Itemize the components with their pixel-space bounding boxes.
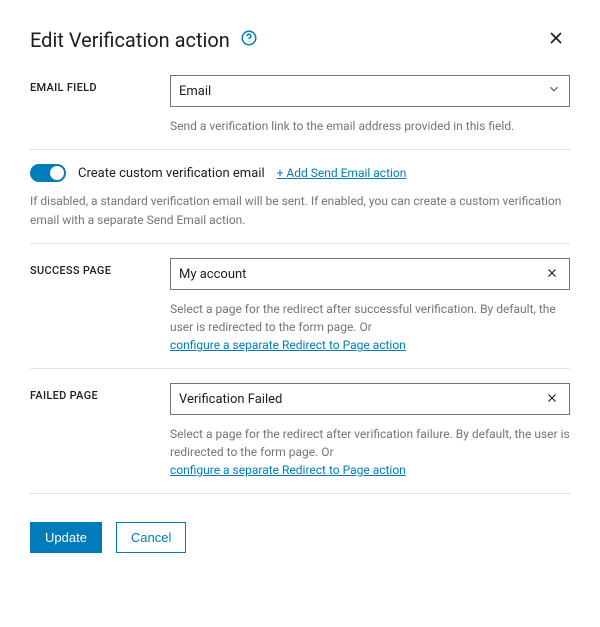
- email-field-label: EMAIL FIELD: [30, 75, 170, 94]
- success-page-desc-text: Select a page for the redirect after suc…: [170, 302, 556, 334]
- success-page-value: My account: [179, 267, 543, 282]
- failed-page-desc: Select a page for the redirect after ver…: [170, 425, 570, 479]
- custom-email-section: Create custom verification email + Add S…: [30, 150, 570, 244]
- failed-page-desc-text: Select a page for the redirect after ver…: [170, 427, 570, 459]
- cancel-button[interactable]: Cancel: [116, 522, 186, 553]
- success-page-redirect-link[interactable]: configure a separate Redirect to Page ac…: [170, 338, 406, 352]
- modal-footer: Update Cancel: [30, 522, 570, 553]
- add-send-email-link[interactable]: + Add Send Email action: [277, 166, 407, 180]
- email-field-select[interactable]: Email: [170, 75, 570, 107]
- failed-page-input[interactable]: Verification Failed: [170, 383, 570, 415]
- email-field-value: Email: [179, 84, 547, 99]
- edit-verification-modal: Edit Verification action EMAIL FIELD Ema…: [0, 0, 600, 583]
- email-field-desc: Send a verification link to the email ad…: [170, 117, 570, 135]
- success-page-desc: Select a page for the redirect after suc…: [170, 300, 570, 354]
- custom-email-toggle[interactable]: [30, 164, 66, 182]
- help-icon[interactable]: [240, 29, 258, 51]
- email-field-section: EMAIL FIELD Email Send a verification li…: [30, 69, 570, 150]
- custom-email-desc: If disabled, a standard verification ema…: [30, 192, 570, 229]
- modal-title: Edit Verification action: [30, 28, 230, 52]
- close-button[interactable]: [542, 24, 570, 55]
- failed-page-section: FAILED PAGE Verification Failed Select a…: [30, 369, 570, 494]
- failed-page-value: Verification Failed: [179, 392, 543, 407]
- update-button[interactable]: Update: [30, 522, 102, 553]
- custom-email-toggle-label: Create custom verification email: [78, 166, 265, 181]
- success-page-clear-button[interactable]: [543, 264, 561, 285]
- failed-page-label: FAILED PAGE: [30, 383, 170, 402]
- success-page-label: SUCCESS PAGE: [30, 258, 170, 277]
- failed-page-redirect-link[interactable]: configure a separate Redirect to Page ac…: [170, 463, 406, 477]
- chevron-down-icon: [547, 82, 561, 100]
- modal-header: Edit Verification action: [30, 24, 570, 55]
- success-page-section: SUCCESS PAGE My account Select a page fo…: [30, 244, 570, 369]
- success-page-input[interactable]: My account: [170, 258, 570, 290]
- failed-page-clear-button[interactable]: [543, 389, 561, 410]
- title-wrap: Edit Verification action: [30, 28, 258, 52]
